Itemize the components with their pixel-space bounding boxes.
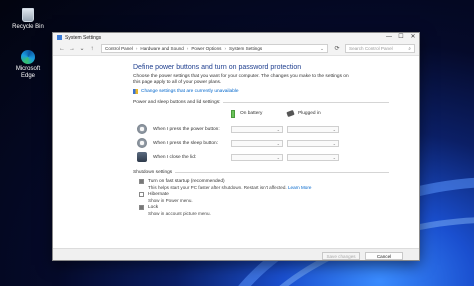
hibernate-description: Show in Power menu. <box>148 198 193 203</box>
save-changes-button[interactable]: Save changes <box>322 251 360 260</box>
address-dropdown-icon[interactable]: ⌄ <box>320 46 324 52</box>
close-lid-plugged-dropdown[interactable]: ⌄ <box>287 153 339 161</box>
sleep-button-row: When I press the sleep button: ⌄ ⌄ <box>137 136 419 150</box>
column-headers: On battery Plugged in <box>231 109 419 118</box>
chevron-down-icon: ⌄ <box>276 126 280 132</box>
bottom-strip <box>0 286 474 296</box>
sleep-button-battery-dropdown[interactable]: ⌄ <box>231 139 283 147</box>
breadcrumb-hardware-and-sound[interactable]: Hardware and Sound <box>140 46 183 51</box>
fast-startup-description: This helps start your PC faster after sh… <box>148 185 419 190</box>
breadcrumb-separator: › <box>186 46 189 51</box>
recycle-bin-icon <box>22 8 34 22</box>
dialog-footer: Save changes Cancel <box>53 248 419 260</box>
power-button-icon <box>137 124 147 134</box>
close-lid-label: When I close the lid: <box>153 154 197 160</box>
chevron-down-icon: ⌄ <box>332 140 336 146</box>
change-settings-label[interactable]: Change settings that are currently unava… <box>141 89 239 94</box>
power-button-battery-dropdown[interactable]: ⌄ <box>231 125 283 133</box>
breadcrumb-separator: › <box>135 46 138 51</box>
plugged-in-header: Plugged in <box>286 109 343 118</box>
shutdown-section-header: Shutdown settings <box>133 170 419 175</box>
fast-startup-option[interactable]: Turn on fast startup (recommended) <box>139 179 419 184</box>
breadcrumb-power-options[interactable]: Power Options <box>191 46 221 51</box>
sleep-button-label: When I press the sleep button: <box>153 140 219 146</box>
chevron-down-icon: ⌄ <box>332 154 336 160</box>
page-title: Define power buttons and turn on passwor… <box>133 64 302 71</box>
search-icon: ⌕ <box>408 46 411 51</box>
breadcrumb-system-settings[interactable]: System Settings <box>229 46 262 51</box>
power-button-row: When I press the power button: ⌄ ⌄ <box>137 122 419 136</box>
control-panel-icon <box>57 35 62 40</box>
search-placeholder: Search Control Panel <box>349 46 393 51</box>
window-title: System Settings <box>65 34 102 41</box>
hibernate-label: Hibernate <box>148 192 169 197</box>
power-button-label: When I press the power button: <box>153 126 220 132</box>
sleep-button-plugged-dropdown[interactable]: ⌄ <box>287 139 339 147</box>
battery-icon <box>231 109 235 118</box>
learn-more-link[interactable]: Learn More <box>288 185 312 190</box>
fast-startup-checkbox[interactable] <box>139 179 144 184</box>
chevron-down-icon: ⌄ <box>276 154 280 160</box>
chevron-down-icon: ⌄ <box>332 126 336 132</box>
lid-icon <box>137 152 147 162</box>
close-lid-row: When I close the lid: ⌄ ⌄ <box>137 150 419 164</box>
shutdown-section-title: Shutdown settings <box>133 170 173 175</box>
lock-checkbox[interactable] <box>139 205 144 210</box>
recycle-bin-shortcut[interactable]: Recycle Bin <box>8 8 48 31</box>
fast-startup-sub: This helps start your PC faster after sh… <box>148 185 287 190</box>
fast-startup-label: Turn on fast startup (recommended) <box>148 179 225 184</box>
hibernate-checkbox[interactable] <box>139 192 144 197</box>
power-section-header: Power and sleep buttons and lid settings… <box>133 100 419 105</box>
edge-icon <box>21 50 35 64</box>
plug-icon <box>286 109 295 118</box>
refresh-icon[interactable]: ⟳ <box>332 45 342 52</box>
maximize-button[interactable]: ☐ <box>395 33 407 42</box>
hibernate-option[interactable]: Hibernate <box>139 192 419 197</box>
up-arrow-icon[interactable]: ↑ <box>87 46 97 52</box>
breadcrumb-control-panel[interactable]: Control Panel <box>105 46 133 51</box>
edge-shortcut[interactable]: Microsoft Edge <box>8 50 48 80</box>
lock-description: Show in account picture menu. <box>148 211 211 216</box>
title-bar: System Settings — ☐ ✕ <box>53 33 419 42</box>
lock-option[interactable]: Lock <box>139 205 419 210</box>
plugged-in-label: Plugged in <box>298 111 321 116</box>
page-description: Choose the power settings that you want … <box>133 74 349 85</box>
system-settings-window: System Settings — ☐ ✕ ← → ⌄ ↑ Control Pa… <box>52 32 420 261</box>
section-divider <box>175 172 389 173</box>
shutdown-settings: Shutdown settings Turn on fast startup (… <box>133 170 419 216</box>
on-battery-header: On battery <box>231 109 287 118</box>
breadcrumb-separator: › <box>224 46 226 51</box>
window-controls: — ☐ ✕ <box>383 33 419 42</box>
lock-label: Lock <box>148 205 159 210</box>
change-settings-link[interactable]: Change settings that are currently unava… <box>133 89 419 94</box>
edge-label: Microsoft Edge <box>15 66 41 79</box>
search-input[interactable]: Search Control Panel ⌕ <box>345 44 415 53</box>
minimize-button[interactable]: — <box>383 33 395 42</box>
close-lid-battery-dropdown[interactable]: ⌄ <box>231 153 283 161</box>
power-button-plugged-dropdown[interactable]: ⌄ <box>287 125 339 133</box>
close-button[interactable]: ✕ <box>407 33 419 42</box>
cancel-button[interactable]: Cancel <box>365 251 403 260</box>
section-divider <box>223 102 389 103</box>
address-bar[interactable]: Control Panel › Hardware and Sound › Pow… <box>101 44 328 53</box>
navigation-bar: ← → ⌄ ↑ Control Panel › Hardware and Sou… <box>53 42 419 56</box>
back-arrow-icon[interactable]: ← <box>57 46 67 52</box>
power-section-title: Power and sleep buttons and lid settings… <box>133 100 221 105</box>
forward-arrow-icon[interactable]: → <box>67 46 77 52</box>
recycle-bin-label: Recycle Bin <box>12 24 44 30</box>
sleep-button-icon <box>137 138 147 148</box>
main-content: Define power buttons and turn on passwor… <box>53 56 419 236</box>
chevron-down-icon: ⌄ <box>276 140 280 146</box>
shield-icon <box>133 89 138 94</box>
on-battery-label: On battery <box>240 111 263 116</box>
recent-locations-icon[interactable]: ⌄ <box>77 45 87 52</box>
